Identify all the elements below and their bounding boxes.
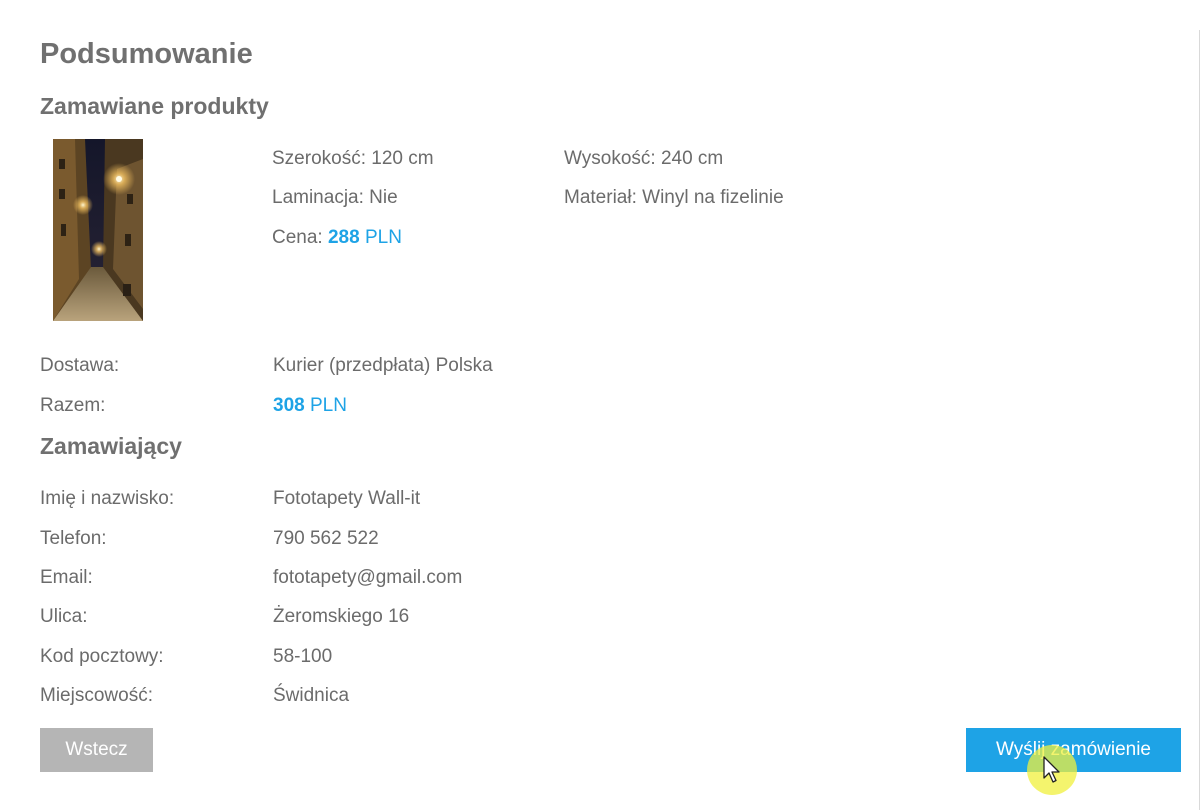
customer-email-label: Email:: [40, 567, 93, 588]
delivery-value: Kurier (przedpłata) Polska: [273, 355, 493, 376]
product-material: Materiał: Winyl na fizelinie: [564, 187, 784, 208]
total-label: Razem:: [40, 395, 106, 416]
total-value: 308: [273, 395, 305, 416]
customer-name-label: Imię i nazwisko:: [40, 488, 175, 509]
total-amount: 308 PLN: [273, 395, 347, 417]
customer-street-value: Żeromskiego 16: [273, 606, 410, 627]
customer-postal-value: 58-100: [273, 646, 333, 667]
customer-phone-label: Telefon:: [40, 528, 107, 549]
customer-city-label: Miejscowość:: [40, 685, 153, 706]
page-title: Podsumowanie: [40, 38, 253, 70]
customer-street-label: Ulica:: [40, 606, 88, 627]
product-height: Wysokość: 240 cm: [564, 148, 724, 169]
customer-postal-label: Kod pocztowy:: [40, 646, 164, 667]
customer-phone-value: 790 562 522: [273, 528, 379, 549]
product-lamination: Laminacja: Nie: [272, 187, 398, 208]
product-thumbnail: [53, 139, 143, 321]
customer-city-value: Świdnica: [273, 685, 350, 706]
total-currency: PLN: [309, 395, 347, 416]
customer-name-value: Fototapety Wall-it: [273, 488, 421, 509]
product-price-value: 288: [327, 227, 360, 248]
mouse-pointer-icon: [1043, 756, 1060, 783]
products-heading: Zamawiane produkty: [40, 93, 269, 119]
back-button[interactable]: Wstecz: [40, 728, 153, 772]
product-width: Szerokość: 120 cm: [272, 148, 434, 169]
product-price-label: Cena:: [272, 227, 323, 248]
product-price-currency: PLN: [364, 227, 402, 248]
wallpaper-thumbnail-night-alley: [53, 139, 143, 321]
customer-email-value: fototapety@gmail.com: [273, 567, 463, 588]
delivery-label: Dostawa:: [40, 355, 120, 376]
customer-heading: Zamawiający: [40, 433, 182, 459]
product-price: Cena: 288 PLN: [272, 227, 402, 249]
